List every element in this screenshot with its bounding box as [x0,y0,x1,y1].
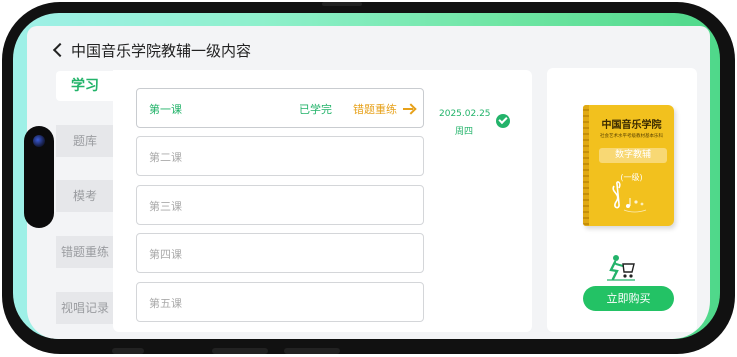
lesson-panel: 第一课 已学完 错题重练 第二课 第三课 第四课 第五课 2025.02.25 … [113,70,532,332]
buy-now-button[interactable]: 立即购买 [583,286,674,311]
lesson-weekday: 周四 [455,127,474,137]
side-button [322,2,362,6]
book-subtitle: 社会艺术水平考级教材基本乐科 [600,134,663,139]
sidebar-item-mock-exam[interactable]: 模考 [56,180,114,212]
treble-clef-icon [612,181,647,213]
page-title: 中国音乐学院教辅一级内容 [71,42,252,60]
sidebar-item-sight-singing[interactable]: 视唱记录 [56,292,114,324]
book-badge: 数字教辅 [599,148,667,163]
lesson-title: 第二课 [149,151,182,164]
sidebar-item-question-bank[interactable]: 题库 [56,125,114,157]
volume-button [112,348,144,354]
sidebar-item-wrong-review[interactable]: 错题重练 [56,236,114,268]
wrong-review-link[interactable]: 错题重练 [353,101,397,117]
back-chevron-icon[interactable] [52,42,68,58]
shopping-person-icon [607,255,635,281]
lesson-status: 已学完 [299,103,332,116]
check-circle-icon [496,114,510,128]
book-title: 中国音乐学院 [601,120,662,131]
lesson-title: 第一课 [149,103,182,116]
lesson-row[interactable]: 第四课 [136,233,424,273]
volume-button [212,348,268,354]
lesson-date: 2025.02.25 [439,109,491,119]
nav-bar: 中国音乐学院教辅一级内容 [27,26,710,60]
screen: 中国音乐学院教辅一级内容 学习 题库 模考 错题重练 视唱记录 第一课 已学完 … [13,13,720,339]
lesson-row[interactable]: 第三课 [136,185,424,225]
product-panel: 中国音乐学院 社会艺术水平考级教材基本乐科 数字教辅 (一级) 立即购买 [547,68,697,332]
power-button [284,348,340,354]
camera-lens-icon [33,135,45,147]
app-window: 中国音乐学院教辅一级内容 学习 题库 模考 错题重练 视唱记录 第一课 已学完 … [27,26,710,339]
lesson-row[interactable]: 第五课 [136,282,424,322]
front-camera [24,126,54,228]
sidebar-item-study[interactable]: 学习 [56,71,114,101]
lesson-title: 第三课 [149,200,182,213]
lesson-title: 第四课 [149,248,182,261]
right-arrow-icon [403,108,413,110]
lesson-row[interactable]: 第二课 [136,136,424,176]
lesson-row[interactable]: 第一课 已学完 错题重练 [136,88,424,128]
book-cover[interactable]: 中国音乐学院 社会艺术水平考级教材基本乐科 数字教辅 (一级) [583,105,674,226]
lesson-title: 第五课 [149,297,182,310]
